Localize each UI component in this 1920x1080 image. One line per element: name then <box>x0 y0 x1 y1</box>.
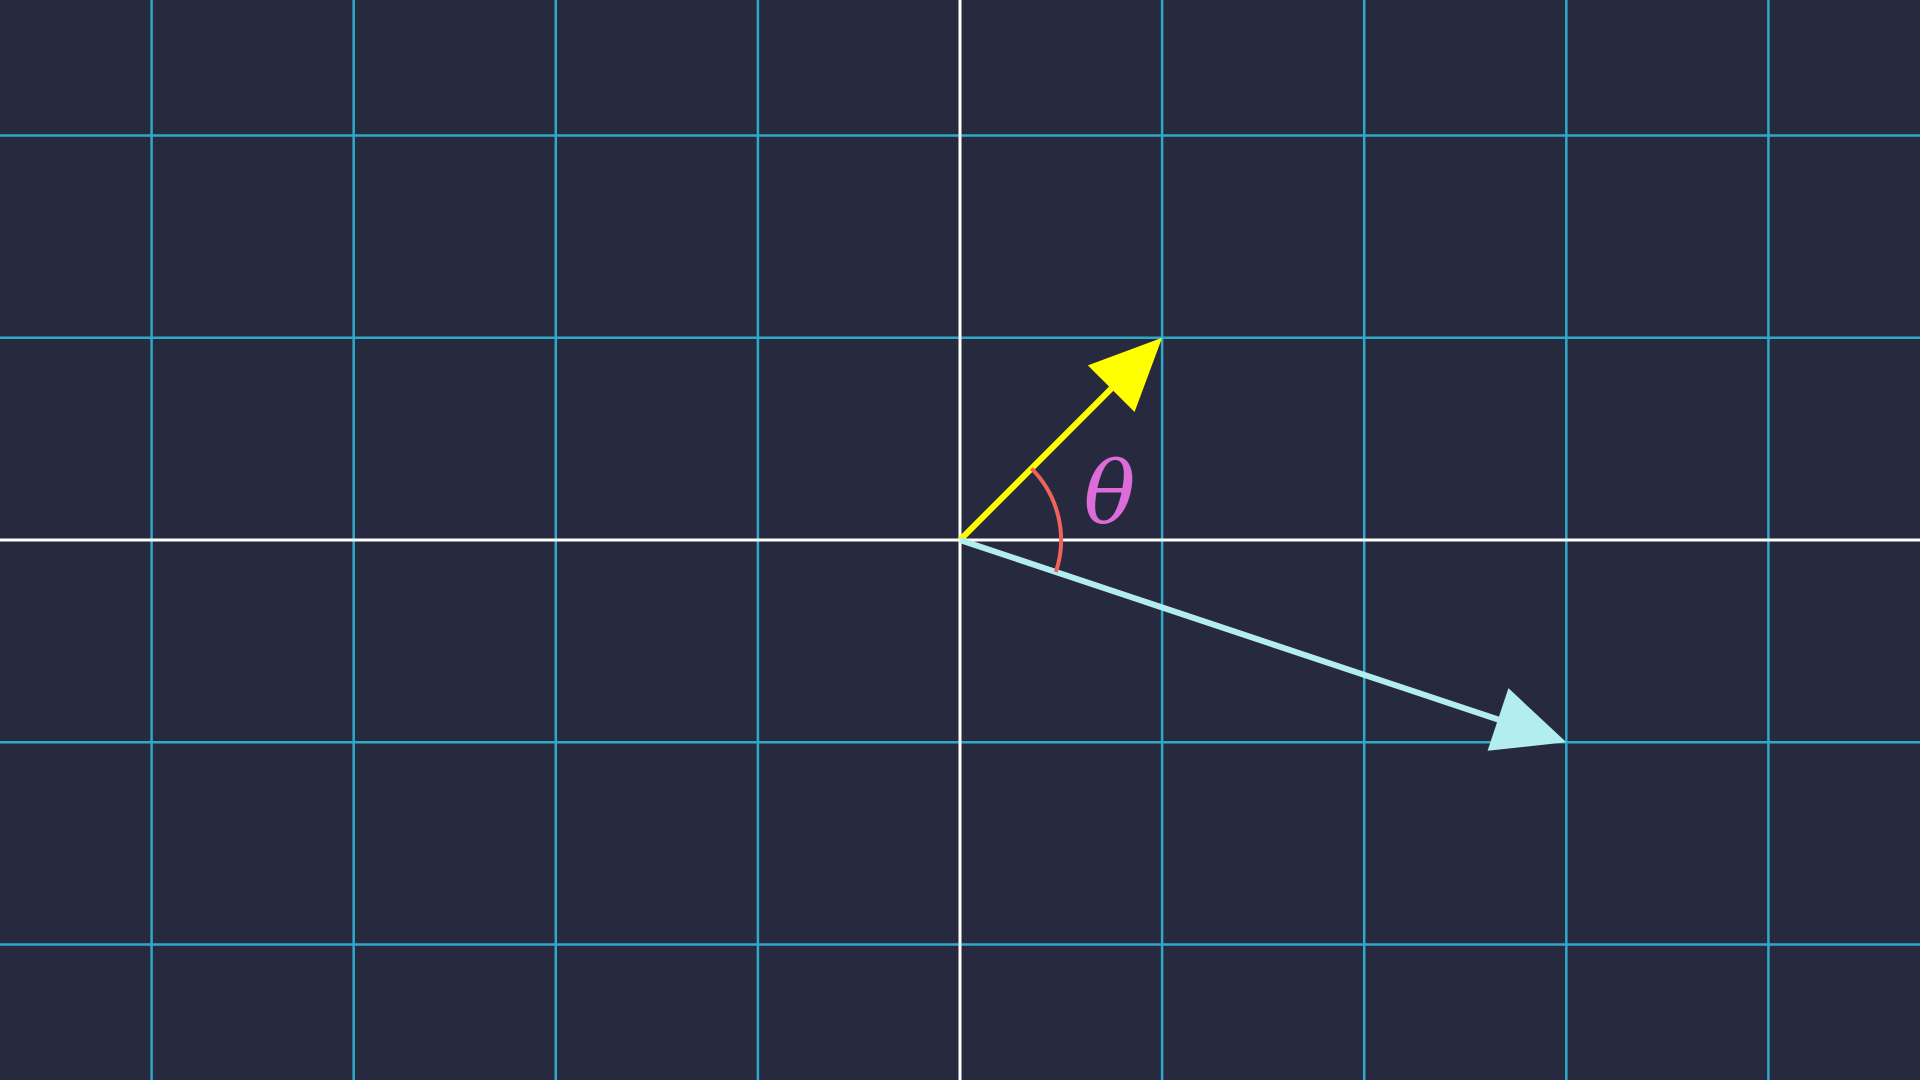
angle-label-theta: θ <box>1084 444 1136 544</box>
vector-angle-diagram: θ <box>0 0 1920 1080</box>
